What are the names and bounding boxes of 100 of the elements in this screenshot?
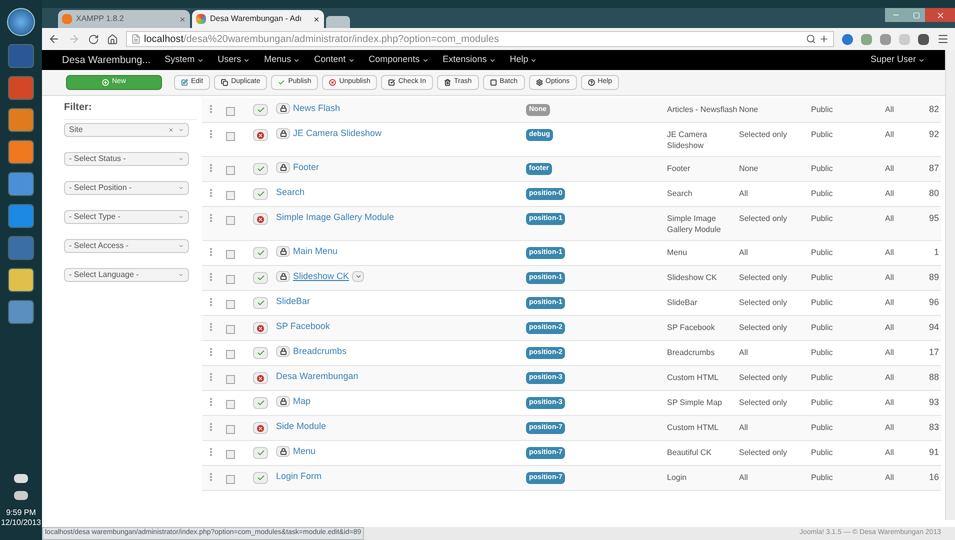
clock-time[interactable]: 9:59 PM: [6, 508, 36, 518]
lock-icon[interactable]: [276, 162, 290, 174]
published-toggle[interactable]: [253, 472, 268, 484]
row-checkbox[interactable]: [226, 450, 235, 459]
published-toggle[interactable]: [253, 163, 268, 175]
module-title-link[interactable]: SP Facebook: [276, 320, 330, 334]
taskbar-app-icon[interactable]: [8, 140, 34, 164]
browser-tab[interactable]: XAMPP 1.8.2: [58, 10, 190, 28]
row-checkbox[interactable]: [226, 300, 235, 309]
published-toggle[interactable]: [253, 447, 268, 459]
module-title-link[interactable]: News Flash: [293, 102, 340, 116]
lock-icon[interactable]: [276, 103, 290, 114]
row-checkbox[interactable]: [226, 191, 235, 200]
taskbar-app-icon[interactable]: [8, 204, 34, 228]
taskbar-app-icon[interactable]: [8, 300, 34, 324]
row-checkbox[interactable]: [226, 132, 235, 141]
module-title-link[interactable]: Main Menu: [293, 245, 338, 258]
drag-handle-icon[interactable]: [210, 248, 212, 256]
published-toggle[interactable]: [253, 347, 268, 359]
published-toggle[interactable]: [253, 104, 268, 116]
drag-handle-icon[interactable]: [210, 164, 212, 172]
published-toggle[interactable]: [253, 247, 268, 259]
lock-icon[interactable]: [276, 396, 290, 408]
taskbar-app-icon[interactable]: [8, 108, 34, 132]
start-orb-icon[interactable]: [7, 8, 35, 36]
module-title-link[interactable]: Map: [293, 395, 311, 408]
row-checkbox[interactable]: [226, 325, 235, 334]
drag-handle-icon[interactable]: [210, 423, 212, 431]
row-checkbox[interactable]: [226, 166, 235, 175]
drag-handle-icon[interactable]: [210, 473, 212, 481]
row-checkbox[interactable]: [226, 275, 235, 284]
module-title-link[interactable]: Login Form: [276, 470, 322, 484]
row-checkbox[interactable]: [226, 350, 235, 359]
module-title-link[interactable]: Slideshow CK: [293, 270, 350, 284]
module-title-link[interactable]: Desa Warembungan: [276, 370, 358, 384]
filter-select[interactable]: - Select Status -: [64, 152, 189, 166]
nav-menu[interactable]: Content: [314, 53, 355, 67]
forward-icon[interactable]: [68, 33, 80, 45]
drag-handle-icon[interactable]: [210, 348, 212, 356]
taskbar-app-icon[interactable]: [8, 268, 34, 292]
address-bar[interactable]: localhost/desa%20warembungan/administrator/index.php?option=com_modules: [126, 31, 834, 47]
row-checkbox[interactable]: [226, 400, 235, 409]
row-checkbox[interactable]: [226, 475, 235, 484]
nav-menu[interactable]: Help: [510, 53, 538, 67]
back-icon[interactable]: [48, 33, 60, 45]
lock-icon[interactable]: [276, 246, 290, 258]
published-toggle[interactable]: [253, 272, 268, 284]
maximize-button[interactable]: [907, 8, 925, 22]
site-brand-link[interactable]: Desa Warembung...: [62, 52, 151, 68]
drag-handle-icon[interactable]: [210, 214, 212, 222]
row-checkbox[interactable]: [226, 250, 235, 259]
nav-menu[interactable]: System: [164, 53, 204, 67]
unpublished-toggle[interactable]: [253, 422, 268, 434]
module-title-link[interactable]: JE Camera Slideshow: [293, 127, 382, 140]
drag-handle-icon[interactable]: [210, 298, 212, 306]
published-toggle[interactable]: [253, 397, 268, 409]
row-checkbox[interactable]: [226, 425, 235, 434]
clear-icon[interactable]: [168, 127, 174, 133]
new-tab-button[interactable]: [326, 16, 350, 28]
browser-tab[interactable]: Desa Warembungan - Adı: [192, 10, 324, 28]
row-checkbox[interactable]: [226, 107, 235, 116]
filter-select[interactable]: - Select Position -: [64, 181, 189, 195]
module-title-link[interactable]: Breadcrumbs: [293, 345, 347, 358]
lock-icon[interactable]: [276, 346, 290, 358]
drag-handle-icon[interactable]: [210, 189, 212, 197]
drag-handle-icon[interactable]: [210, 373, 212, 381]
drag-handle-icon[interactable]: [210, 105, 212, 113]
clock-date[interactable]: 12/10/2013: [0, 518, 42, 528]
unpublished-toggle[interactable]: [253, 213, 268, 225]
module-title-link[interactable]: Simple Image Gallery Module: [276, 211, 394, 224]
home-icon[interactable]: [107, 34, 118, 44]
lock-icon[interactable]: [276, 446, 290, 458]
taskbar-app-icon[interactable]: [8, 172, 34, 196]
filter-select[interactable]: - Select Access -: [64, 239, 189, 253]
bookmark-icon[interactable]: [819, 34, 829, 44]
search-icon[interactable]: [806, 34, 816, 44]
unpublished-toggle[interactable]: [253, 129, 268, 141]
nav-menu[interactable]: Users: [218, 53, 250, 67]
dropdown-caret-icon[interactable]: [352, 271, 364, 282]
published-toggle[interactable]: [253, 188, 268, 200]
lock-icon[interactable]: [276, 128, 290, 140]
nav-menu[interactable]: Components: [368, 53, 429, 67]
published-toggle[interactable]: [253, 297, 268, 309]
module-title-link[interactable]: Search: [276, 186, 305, 200]
close-window-button[interactable]: [925, 8, 955, 22]
drag-handle-icon[interactable]: [210, 398, 212, 406]
filter-select[interactable]: - Select Language -: [64, 268, 189, 282]
close-tab-icon[interactable]: [313, 16, 320, 22]
user-menu[interactable]: Super User: [870, 53, 925, 67]
row-checkbox[interactable]: [226, 375, 235, 384]
row-checkbox[interactable]: [226, 216, 235, 225]
module-title-link[interactable]: Menu: [293, 445, 316, 458]
reload-icon[interactable]: [88, 34, 99, 44]
module-title-link[interactable]: Side Module: [276, 420, 326, 434]
drag-handle-icon[interactable]: [210, 273, 212, 281]
lock-icon[interactable]: [276, 271, 290, 282]
nav-menu[interactable]: Extensions: [442, 53, 496, 67]
module-title-link[interactable]: SlideBar: [276, 295, 310, 308]
unpublished-toggle[interactable]: [253, 372, 268, 384]
scrollbar[interactable]: [945, 50, 955, 520]
